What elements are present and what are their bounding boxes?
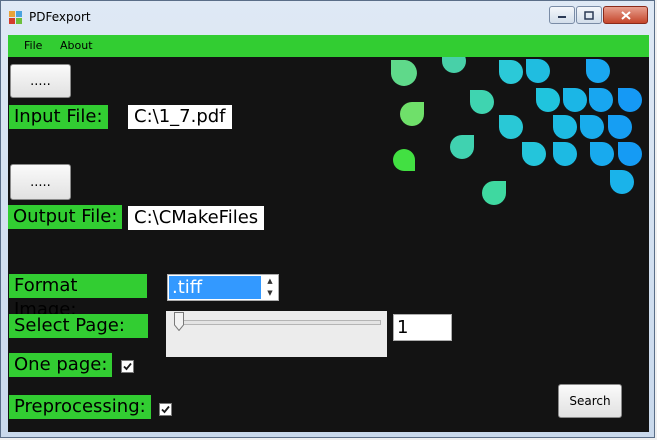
format-image-label: Format Image: xyxy=(9,274,147,320)
select-page-label: Select Page: xyxy=(9,314,148,338)
main-panel: ..... Input File: C:\1_7.pdf ..... Outpu… xyxy=(8,57,649,432)
search-button[interactable]: Search xyxy=(558,384,622,418)
page-slider[interactable] xyxy=(166,311,387,357)
minimize-button[interactable] xyxy=(549,6,575,24)
input-file-path: C:\1_7.pdf xyxy=(128,105,232,129)
page-number-field[interactable]: 1 xyxy=(393,314,452,341)
preprocessing-checkbox[interactable] xyxy=(159,403,172,416)
app-icon xyxy=(9,11,22,24)
app-window: PDFexport File About ..... Input File: C… xyxy=(0,0,655,438)
format-image-spinner[interactable]: .tiff ▲ ▼ xyxy=(167,274,279,301)
maximize-icon xyxy=(584,10,594,20)
input-file-label: Input File: xyxy=(9,105,108,129)
checkmark-icon xyxy=(161,405,170,414)
close-button[interactable] xyxy=(603,6,648,24)
menu-bar: File About xyxy=(8,35,649,57)
slider-track xyxy=(176,320,381,325)
output-browse-button[interactable]: ..... xyxy=(10,164,71,200)
one-page-checkbox[interactable] xyxy=(121,360,134,373)
spin-up-icon[interactable]: ▲ xyxy=(263,276,277,287)
preprocessing-label: Preprocessing: xyxy=(9,395,151,419)
menu-about[interactable]: About xyxy=(60,39,93,52)
maximize-button[interactable] xyxy=(576,6,602,24)
spin-down-icon[interactable]: ▼ xyxy=(263,288,277,299)
slider-thumb[interactable] xyxy=(174,312,184,331)
checkmark-icon xyxy=(123,362,132,371)
format-image-value[interactable]: .tiff xyxy=(169,276,261,299)
minimize-icon xyxy=(558,16,566,18)
menu-file[interactable]: File xyxy=(24,39,42,52)
title-bar[interactable]: PDFexport xyxy=(1,1,656,35)
window-title: PDFexport xyxy=(29,10,91,24)
close-icon xyxy=(620,10,631,20)
output-file-path: C:\CMakeFiles xyxy=(128,206,265,230)
input-browse-button[interactable]: ..... xyxy=(10,64,71,98)
output-file-label: Output File: xyxy=(8,205,123,229)
one-page-label: One page: xyxy=(9,353,113,377)
